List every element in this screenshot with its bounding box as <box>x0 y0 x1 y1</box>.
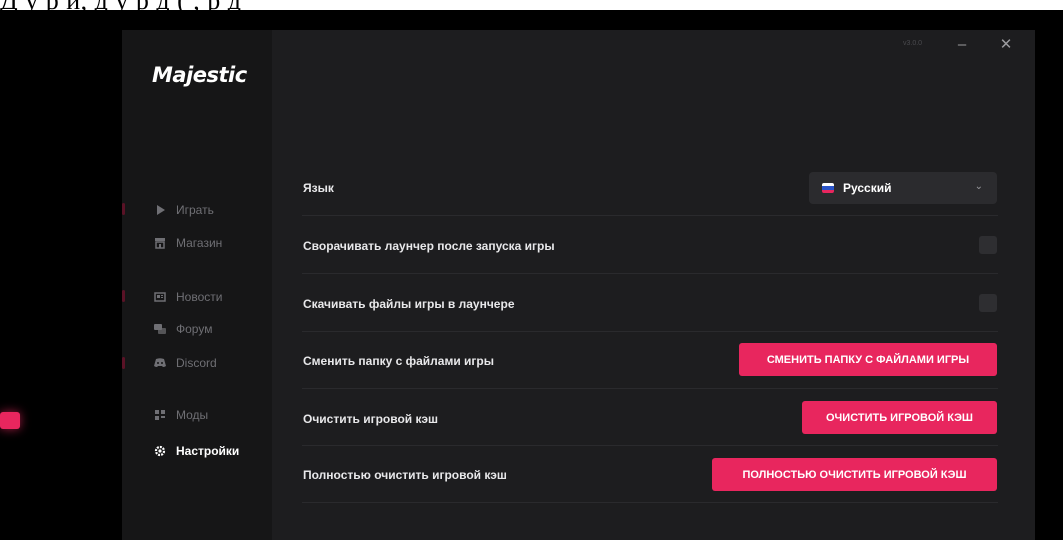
divider <box>302 215 998 216</box>
sidebar-item-discord[interactable]: Discord <box>154 353 217 373</box>
sidebar-item-label: Настройки <box>176 444 240 458</box>
app-logo: Majestic <box>152 63 247 87</box>
clear-cache-label: Очистить игровой кэш <box>303 412 438 426</box>
divider <box>302 331 998 332</box>
launcher-window: Majestic Играть Магазин Новости Форум Di… <box>122 30 1035 540</box>
download-in-launcher-checkbox[interactable] <box>979 294 997 312</box>
edge-accent <box>122 357 125 369</box>
sidebar: Majestic Играть Магазин Новости Форум Di… <box>122 30 272 540</box>
minimize-button[interactable]: – <box>952 34 972 54</box>
sidebar-item-label: Новости <box>176 290 223 304</box>
cropped-caption-text: Д у р и, д у р д ( , р д <box>0 0 242 10</box>
language-select[interactable]: Русский ⌄ <box>809 172 997 204</box>
change-folder-button[interactable]: СМЕНИТЬ ПАПКУ С ФАЙЛАМИ ИГРЫ <box>739 343 997 376</box>
minimize-icon: – <box>957 35 967 53</box>
download-in-launcher-label: Скачивать файлы игры в лаунчере <box>303 297 515 311</box>
news-icon <box>154 291 166 303</box>
divider <box>302 273 998 274</box>
forum-icon <box>154 323 166 335</box>
clear-cache-button[interactable]: ОЧИСТИТЬ ИГРОВОЙ КЭШ <box>802 401 997 434</box>
edge-accent <box>122 290 125 302</box>
discord-icon <box>154 357 166 369</box>
language-selected-value: Русский <box>843 181 892 195</box>
sidebar-item-shop[interactable]: Магазин <box>154 233 222 253</box>
sidebar-item-forum[interactable]: Форум <box>154 319 212 339</box>
close-icon: ✕ <box>999 36 1013 53</box>
play-icon <box>154 204 166 216</box>
cropped-caption-strip: Д у р и, д у р д ( , р д <box>0 0 1063 10</box>
chevron-down-icon: ⌄ <box>974 181 983 192</box>
full-clear-cache-label: Полностью очистить игровой кэш <box>303 468 507 482</box>
divider <box>302 445 998 446</box>
russian-flag-icon <box>822 183 834 193</box>
change-folder-label: Сменить папку с файлами игры <box>303 354 495 368</box>
shop-icon <box>154 237 166 249</box>
sidebar-item-play[interactable]: Играть <box>154 200 214 220</box>
sidebar-item-news[interactable]: Новости <box>154 287 222 307</box>
language-label: Язык <box>303 181 334 195</box>
close-button[interactable]: ✕ <box>996 34 1016 54</box>
gear-icon <box>154 445 166 457</box>
mods-icon <box>154 409 166 421</box>
sidebar-item-label: Моды <box>176 408 209 422</box>
app-version: v3.0.0 <box>903 40 923 47</box>
sidebar-item-label: Discord <box>176 356 217 370</box>
sidebar-item-label: Форум <box>176 322 213 336</box>
minimize-after-launch-checkbox[interactable] <box>979 236 997 254</box>
sidebar-item-label: Магазин <box>176 236 223 250</box>
divider <box>302 502 998 503</box>
sidebar-item-settings[interactable]: Настройки <box>154 441 239 461</box>
sidebar-item-label: Играть <box>176 203 214 217</box>
divider <box>302 388 998 389</box>
full-clear-cache-button[interactable]: ПОЛНОСТЬЮ ОЧИСТИТЬ ИГРОВОЙ КЭШ <box>712 458 997 491</box>
edge-accent <box>122 203 125 215</box>
active-nav-marker <box>0 412 20 429</box>
sidebar-item-mods[interactable]: Моды <box>154 405 208 425</box>
minimize-after-launch-label: Сворачивать лаунчер после запуска игры <box>303 239 555 253</box>
